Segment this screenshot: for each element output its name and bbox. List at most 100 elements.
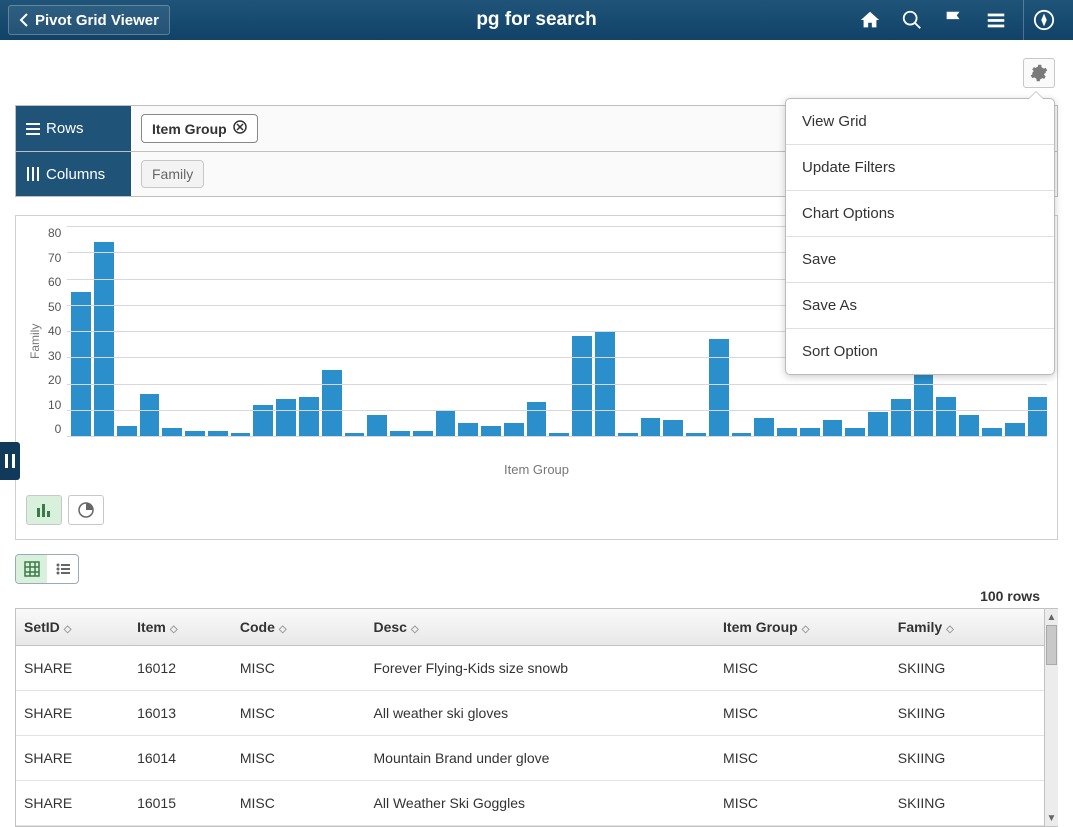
- column-header[interactable]: SetID◇: [16, 609, 129, 646]
- chart-bar[interactable]: [709, 339, 729, 436]
- data-grid: SetID◇Item◇Code◇Desc◇Item Group◇Family◇ …: [16, 609, 1044, 826]
- chart-bar[interactable]: [367, 415, 387, 436]
- pie-chart-icon: [78, 502, 94, 518]
- row-chip-label: Item Group: [152, 121, 227, 137]
- close-icon: [233, 120, 247, 134]
- cell: 16014: [129, 736, 232, 781]
- options-wrapper: View Grid Update Filters Chart Options S…: [1023, 58, 1055, 88]
- col-chip-family[interactable]: Family: [141, 160, 204, 188]
- chart-bar[interactable]: [140, 394, 160, 436]
- chart-bar[interactable]: [162, 428, 182, 436]
- vertical-scrollbar[interactable]: ▲ ▼: [1044, 609, 1058, 826]
- cell: MISC: [715, 646, 890, 691]
- y-tick: 10: [48, 398, 61, 412]
- chart-bar[interactable]: [504, 423, 524, 436]
- table-row[interactable]: SHARE16015MISCAll Weather Ski GogglesMIS…: [16, 781, 1044, 826]
- sort-icon: ◇: [64, 624, 72, 635]
- menu-chart-options[interactable]: Chart Options: [786, 191, 1054, 237]
- view-toggle: [15, 554, 79, 584]
- sort-icon: ◇: [170, 624, 178, 635]
- menu-view-grid[interactable]: View Grid: [786, 99, 1054, 145]
- chart-bar[interactable]: [754, 418, 774, 436]
- menu-update-filters[interactable]: Update Filters: [786, 145, 1054, 191]
- y-tick: 50: [48, 300, 61, 314]
- y-tick: 0: [55, 422, 62, 436]
- search-button[interactable]: [897, 5, 927, 35]
- chart-bar[interactable]: [641, 418, 661, 436]
- chart-bar[interactable]: [71, 292, 91, 436]
- column-header[interactable]: Item◇: [129, 609, 232, 646]
- chart-bar[interactable]: [868, 412, 888, 436]
- back-button[interactable]: Pivot Grid Viewer: [8, 5, 170, 35]
- y-tick: 60: [48, 275, 61, 289]
- chart-bar[interactable]: [982, 428, 1002, 436]
- cell: SHARE: [16, 646, 129, 691]
- chart-bar[interactable]: [891, 399, 911, 436]
- x-axis-title: Item Group: [26, 462, 1047, 477]
- bar-chart-button[interactable]: [26, 495, 62, 525]
- flag-icon: [943, 9, 965, 31]
- gear-icon: [1030, 64, 1048, 82]
- menu-save[interactable]: Save: [786, 237, 1054, 283]
- chart-bar[interactable]: [527, 402, 547, 436]
- chart-bar[interactable]: [299, 397, 319, 436]
- cell: 16013: [129, 691, 232, 736]
- chart-bar[interactable]: [936, 397, 956, 436]
- column-header[interactable]: Item Group◇: [715, 609, 890, 646]
- chart-bar[interactable]: [94, 242, 114, 436]
- options-gear-button[interactable]: [1023, 58, 1055, 88]
- chart-bar[interactable]: [436, 410, 456, 436]
- chart-bar[interactable]: [117, 426, 137, 437]
- list-view-button[interactable]: [47, 555, 78, 583]
- chart-bar[interactable]: [458, 423, 478, 436]
- rows-icon: [26, 122, 40, 136]
- cell: MISC: [715, 781, 890, 826]
- flag-button[interactable]: [939, 5, 969, 35]
- chevron-left-icon: [19, 13, 29, 27]
- rows-label: Rows: [16, 106, 131, 151]
- chart-bar[interactable]: [800, 428, 820, 436]
- table-row[interactable]: SHARE16013MISCAll weather ski glovesMISC…: [16, 691, 1044, 736]
- home-button[interactable]: [855, 5, 885, 35]
- cell: SHARE: [16, 736, 129, 781]
- chart-bar[interactable]: [845, 428, 865, 436]
- chart-bar[interactable]: [1028, 397, 1048, 436]
- chart-bar[interactable]: [959, 415, 979, 436]
- options-dropdown: View Grid Update Filters Chart Options S…: [785, 98, 1055, 375]
- chart-bar[interactable]: [1005, 423, 1025, 436]
- chart-bar[interactable]: [777, 428, 797, 436]
- y-tick: 30: [48, 349, 61, 363]
- sort-icon: ◇: [279, 624, 287, 635]
- side-panel-tab[interactable]: [0, 442, 20, 480]
- scroll-down-icon[interactable]: ▼: [1045, 810, 1058, 826]
- compass-button[interactable]: [1023, 0, 1063, 40]
- data-grid-wrapper: SetID◇Item◇Code◇Desc◇Item Group◇Family◇ …: [15, 608, 1058, 827]
- content-area: View Grid Update Filters Chart Options S…: [0, 40, 1073, 827]
- grid-view-button[interactable]: [16, 555, 47, 583]
- chart-bar[interactable]: [823, 420, 843, 436]
- row-chip-item-group[interactable]: Item Group: [141, 114, 258, 143]
- scroll-thumb[interactable]: [1046, 625, 1057, 665]
- grid-line: [67, 384, 1047, 385]
- column-header[interactable]: Family◇: [890, 609, 1044, 646]
- chart-bar[interactable]: [663, 420, 683, 436]
- chart-bar[interactable]: [276, 399, 296, 436]
- menu-button[interactable]: [981, 5, 1011, 35]
- chart-bar[interactable]: [572, 336, 592, 436]
- menu-sort-option[interactable]: Sort Option: [786, 329, 1054, 374]
- columns-label-text: Columns: [46, 166, 105, 183]
- columns-label: Columns: [16, 152, 131, 196]
- column-header[interactable]: Code◇: [232, 609, 366, 646]
- remove-row-chip[interactable]: [233, 120, 247, 137]
- table-row[interactable]: SHARE16014MISCMountain Brand under glove…: [16, 736, 1044, 781]
- pie-chart-button[interactable]: [68, 495, 104, 525]
- y-axis-title: Family: [26, 226, 44, 456]
- chart-bar[interactable]: [322, 370, 342, 436]
- table-row[interactable]: SHARE16012MISCForever Flying-Kids size s…: [16, 646, 1044, 691]
- cell: SKIING: [890, 691, 1044, 736]
- col-chip-label: Family: [152, 166, 193, 182]
- chart-bar[interactable]: [481, 426, 501, 437]
- column-header[interactable]: Desc◇: [366, 609, 716, 646]
- scroll-up-icon[interactable]: ▲: [1045, 609, 1058, 625]
- menu-save-as[interactable]: Save As: [786, 283, 1054, 329]
